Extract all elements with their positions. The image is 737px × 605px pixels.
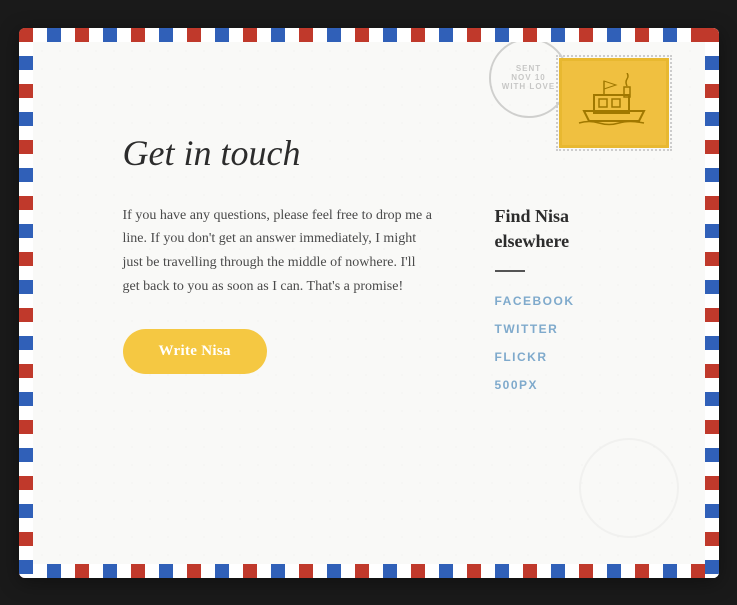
envelope-wrapper: SENT NOV 10 WITH LOVE bbox=[0, 0, 737, 605]
find-heading: Find Nisa elsewhere bbox=[495, 204, 655, 254]
divider bbox=[495, 270, 525, 272]
find-heading-line1: Find Nisa bbox=[495, 206, 570, 226]
500px-link[interactable]: 500PX bbox=[495, 378, 539, 392]
twitter-link[interactable]: TWITTER bbox=[495, 322, 559, 336]
list-item: FACEBOOK bbox=[495, 292, 655, 310]
stripe-top bbox=[19, 28, 719, 42]
envelope: SENT NOV 10 WITH LOVE bbox=[19, 28, 719, 578]
left-column: If you have any questions, please feel f… bbox=[123, 204, 435, 524]
flickr-link[interactable]: FLICKR bbox=[495, 350, 548, 364]
stripe-right bbox=[705, 28, 719, 578]
write-button[interactable]: Write Nisa bbox=[123, 329, 267, 374]
list-item: TWITTER bbox=[495, 320, 655, 338]
page-title: Get in touch bbox=[123, 132, 655, 174]
body-text: If you have any questions, please feel f… bbox=[123, 204, 435, 299]
stripe-bottom bbox=[19, 564, 719, 578]
social-links: FACEBOOK TWITTER FLICKR 500PX bbox=[495, 292, 655, 394]
stripe-left bbox=[19, 28, 33, 578]
main-columns: If you have any questions, please feel f… bbox=[123, 204, 655, 524]
facebook-link[interactable]: FACEBOOK bbox=[495, 294, 575, 308]
list-item: 500PX bbox=[495, 376, 655, 394]
find-heading-line2: elsewhere bbox=[495, 231, 570, 251]
list-item: FLICKR bbox=[495, 348, 655, 366]
watermark-circle bbox=[579, 438, 679, 538]
